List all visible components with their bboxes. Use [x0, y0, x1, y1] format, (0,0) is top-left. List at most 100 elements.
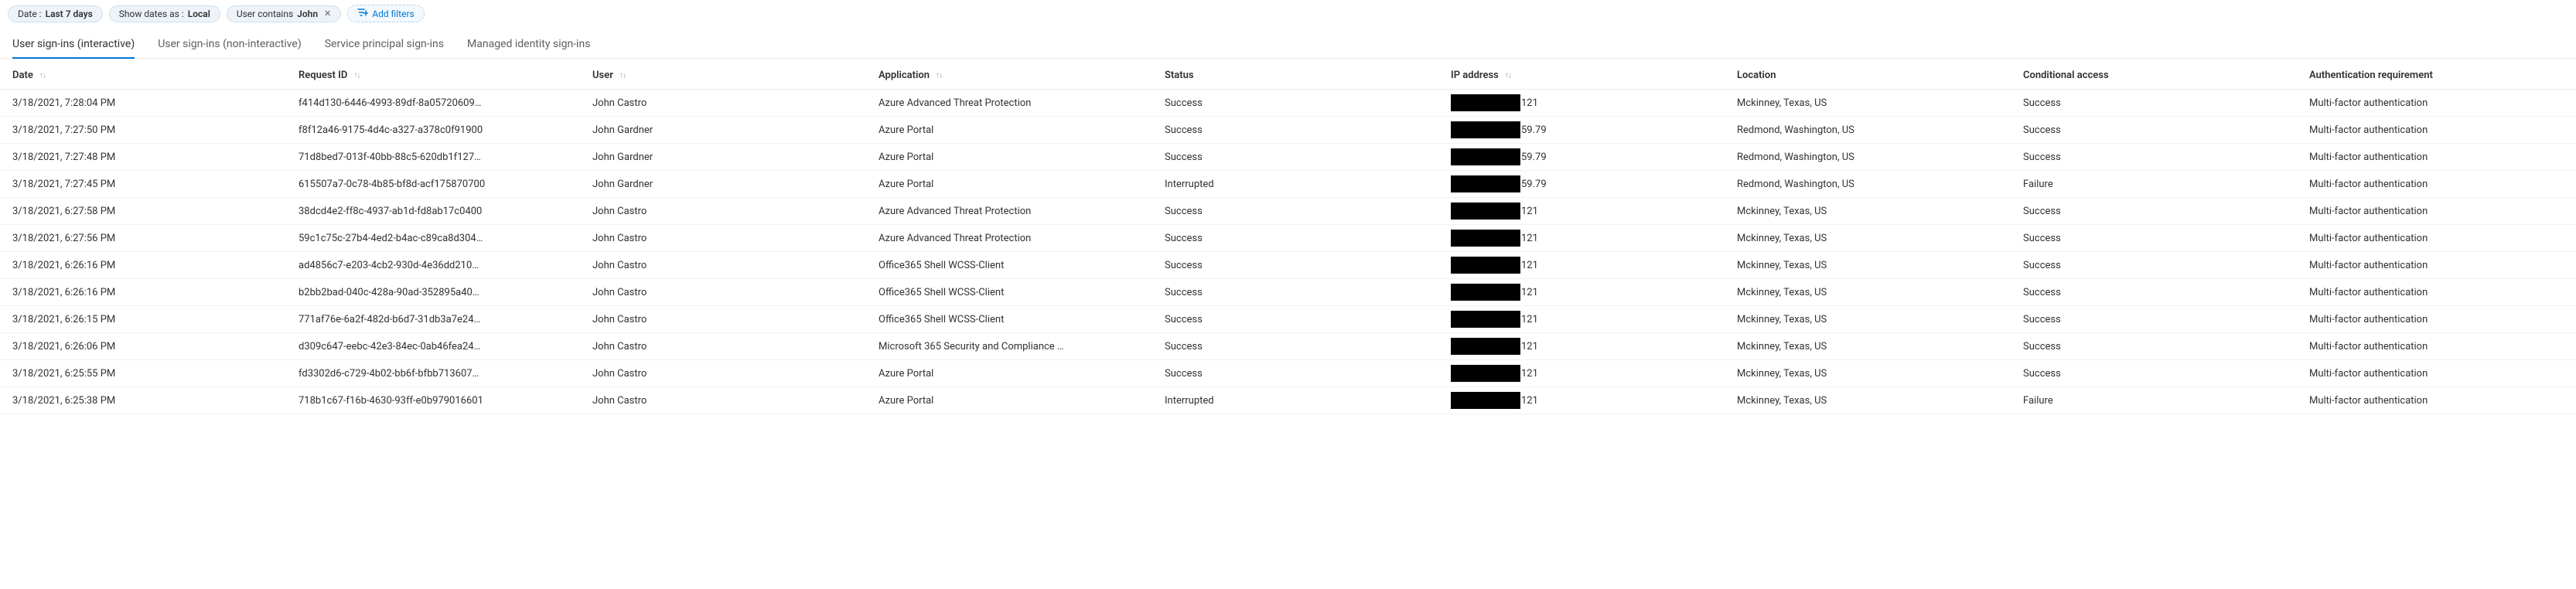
- column-header-user[interactable]: User ↑↓: [592, 70, 879, 81]
- column-header-conditional[interactable]: Conditional access: [2023, 70, 2309, 81]
- cell-ip: 121: [1451, 338, 1737, 355]
- cell-date: 3/18/2021, 7:27:45 PM: [12, 179, 299, 190]
- ip-redacted-block: [1451, 338, 1520, 355]
- column-header-location[interactable]: Location: [1737, 70, 2023, 81]
- cell-ip: 59.79: [1451, 175, 1737, 192]
- table-row[interactable]: 3/18/2021, 6:26:06 PMd309c647-eebc-42e3-…: [0, 333, 2576, 360]
- cell-user: John Castro: [592, 233, 879, 244]
- cell-ip: 121: [1451, 94, 1737, 111]
- column-header-conditional-label: Conditional access: [2023, 70, 2109, 81]
- cell-date: 3/18/2021, 7:27:48 PM: [12, 152, 299, 163]
- cell-date: 3/18/2021, 7:28:04 PM: [12, 97, 299, 109]
- cell-requestid: d309c647-eebc-42e3-84ec-0ab46fea24…: [299, 341, 592, 352]
- cell-location: Mckinney, Texas, US: [1737, 206, 2023, 217]
- cell-conditional: Success: [2023, 152, 2309, 163]
- cell-auth: Multi-factor authentication: [2309, 260, 2576, 271]
- cell-location: Mckinney, Texas, US: [1737, 260, 2023, 271]
- cell-conditional: Failure: [2023, 395, 2309, 407]
- table-row[interactable]: 3/18/2021, 7:27:45 PM615507a7-0c78-4b85-…: [0, 171, 2576, 198]
- ip-redacted-block: [1451, 203, 1520, 220]
- cell-application: Office365 Shell WCSS-Client: [879, 260, 1165, 271]
- cell-date: 3/18/2021, 6:27:56 PM: [12, 233, 299, 244]
- cell-conditional: Success: [2023, 314, 2309, 325]
- column-header-ip[interactable]: IP address ↑↓: [1451, 70, 1737, 81]
- cell-application: Microsoft 365 Security and Compliance …: [879, 341, 1165, 352]
- cell-requestid: f414d130-6446-4993-89df-8a05720609…: [299, 97, 592, 109]
- tab-user-interactive[interactable]: User sign-ins (interactive): [12, 32, 135, 58]
- cell-requestid: 59c1c75c-27b4-4ed2-b4ac-c89ca8d304…: [299, 233, 592, 244]
- add-filters-button[interactable]: Add filters: [347, 5, 424, 22]
- cell-ip: 59.79: [1451, 148, 1737, 165]
- cell-user: John Gardner: [592, 124, 879, 136]
- cell-status: Success: [1165, 368, 1451, 380]
- ip-tail: 121: [1520, 314, 1538, 325]
- cell-conditional: Success: [2023, 341, 2309, 352]
- ip-redacted-block: [1451, 94, 1520, 111]
- cell-conditional: Failure: [2023, 179, 2309, 190]
- cell-status: Success: [1165, 124, 1451, 136]
- close-icon[interactable]: ✕: [324, 9, 331, 19]
- cell-ip: 121: [1451, 365, 1737, 382]
- table-body: 3/18/2021, 7:28:04 PMf414d130-6446-4993-…: [0, 90, 2576, 414]
- cell-location: Mckinney, Texas, US: [1737, 368, 2023, 380]
- filter-user-pill[interactable]: User contains John ✕: [227, 5, 341, 22]
- cell-requestid: 771af76e-6a2f-482d-b6d7-31db3a7e24…: [299, 314, 592, 325]
- cell-ip: 59.79: [1451, 121, 1737, 138]
- table-row[interactable]: 3/18/2021, 6:27:56 PM59c1c75c-27b4-4ed2-…: [0, 225, 2576, 252]
- table-header: Date ↑↓ Request ID ↑↓ User ↑↓ Applicatio…: [0, 59, 2576, 90]
- cell-date: 3/18/2021, 6:26:15 PM: [12, 314, 299, 325]
- table-row[interactable]: 3/18/2021, 6:25:55 PMfd3302d6-c729-4b02-…: [0, 360, 2576, 387]
- cell-location: Redmond, Washington, US: [1737, 124, 2023, 136]
- ip-tail: 121: [1520, 260, 1538, 271]
- table-row[interactable]: 3/18/2021, 6:26:16 PMb2bb2bad-040c-428a-…: [0, 279, 2576, 306]
- cell-ip: 121: [1451, 311, 1737, 328]
- cell-application: Azure Advanced Threat Protection: [879, 97, 1165, 109]
- cell-auth: Multi-factor authentication: [2309, 314, 2576, 325]
- tab-managed-identity[interactable]: Managed identity sign-ins: [467, 32, 590, 58]
- table-row[interactable]: 3/18/2021, 6:25:38 PM718b1c67-f16b-4630-…: [0, 387, 2576, 414]
- cell-location: Redmond, Washington, US: [1737, 152, 2023, 163]
- table-row[interactable]: 3/18/2021, 7:28:04 PMf414d130-6446-4993-…: [0, 90, 2576, 117]
- tab-user-noninteractive[interactable]: User sign-ins (non-interactive): [158, 32, 302, 58]
- column-header-application[interactable]: Application ↑↓: [879, 70, 1165, 81]
- column-header-status[interactable]: Status: [1165, 70, 1451, 81]
- table-row[interactable]: 3/18/2021, 7:27:50 PMf8f12a46-9175-4d4c-…: [0, 117, 2576, 144]
- ip-tail: 59.79: [1520, 152, 1547, 163]
- cell-status: Success: [1165, 287, 1451, 298]
- cell-auth: Multi-factor authentication: [2309, 368, 2576, 380]
- table-row[interactable]: 3/18/2021, 6:26:16 PMad4856c7-e203-4cb2-…: [0, 252, 2576, 279]
- sort-icon: ↑↓: [39, 71, 46, 80]
- cell-date: 3/18/2021, 6:26:06 PM: [12, 341, 299, 352]
- column-header-application-label: Application: [879, 70, 930, 81]
- table-row[interactable]: 3/18/2021, 7:27:48 PM71d8bed7-013f-40bb-…: [0, 144, 2576, 171]
- add-filters-label: Add filters: [372, 9, 414, 19]
- cell-ip: 121: [1451, 284, 1737, 301]
- ip-tail: 121: [1520, 368, 1538, 380]
- filter-showdates-pill[interactable]: Show dates as : Local: [109, 5, 220, 22]
- filter-date-pill[interactable]: Date : Last 7 days: [8, 5, 103, 22]
- table-row[interactable]: 3/18/2021, 6:26:15 PM771af76e-6a2f-482d-…: [0, 306, 2576, 333]
- column-header-auth-label: Authentication requirement: [2309, 70, 2433, 81]
- cell-date: 3/18/2021, 6:26:16 PM: [12, 287, 299, 298]
- ip-redacted-block: [1451, 148, 1520, 165]
- table-row[interactable]: 3/18/2021, 6:27:58 PM38dcd4e2-ff8c-4937-…: [0, 198, 2576, 225]
- cell-requestid: 38dcd4e2-ff8c-4937-ab1d-fd8ab17c0400: [299, 206, 592, 217]
- column-header-auth[interactable]: Authentication requirement: [2309, 70, 2576, 81]
- sort-icon: ↑↓: [619, 71, 626, 80]
- cell-status: Success: [1165, 260, 1451, 271]
- sort-icon: ↑↓: [1505, 71, 1511, 80]
- column-header-requestid[interactable]: Request ID ↑↓: [299, 70, 592, 81]
- cell-auth: Multi-factor authentication: [2309, 206, 2576, 217]
- filters-bar: Date : Last 7 days Show dates as : Local…: [0, 0, 2576, 27]
- ip-redacted-block: [1451, 257, 1520, 274]
- cell-auth: Multi-factor authentication: [2309, 124, 2576, 136]
- ip-redacted-block: [1451, 392, 1520, 409]
- column-header-user-label: User: [592, 70, 613, 81]
- column-header-date[interactable]: Date ↑↓: [12, 70, 299, 81]
- cell-conditional: Success: [2023, 97, 2309, 109]
- ip-redacted-block: [1451, 230, 1520, 247]
- cell-ip: 121: [1451, 230, 1737, 247]
- tab-service-principal[interactable]: Service principal sign-ins: [325, 32, 444, 58]
- cell-date: 3/18/2021, 7:27:50 PM: [12, 124, 299, 136]
- cell-user: John Castro: [592, 368, 879, 380]
